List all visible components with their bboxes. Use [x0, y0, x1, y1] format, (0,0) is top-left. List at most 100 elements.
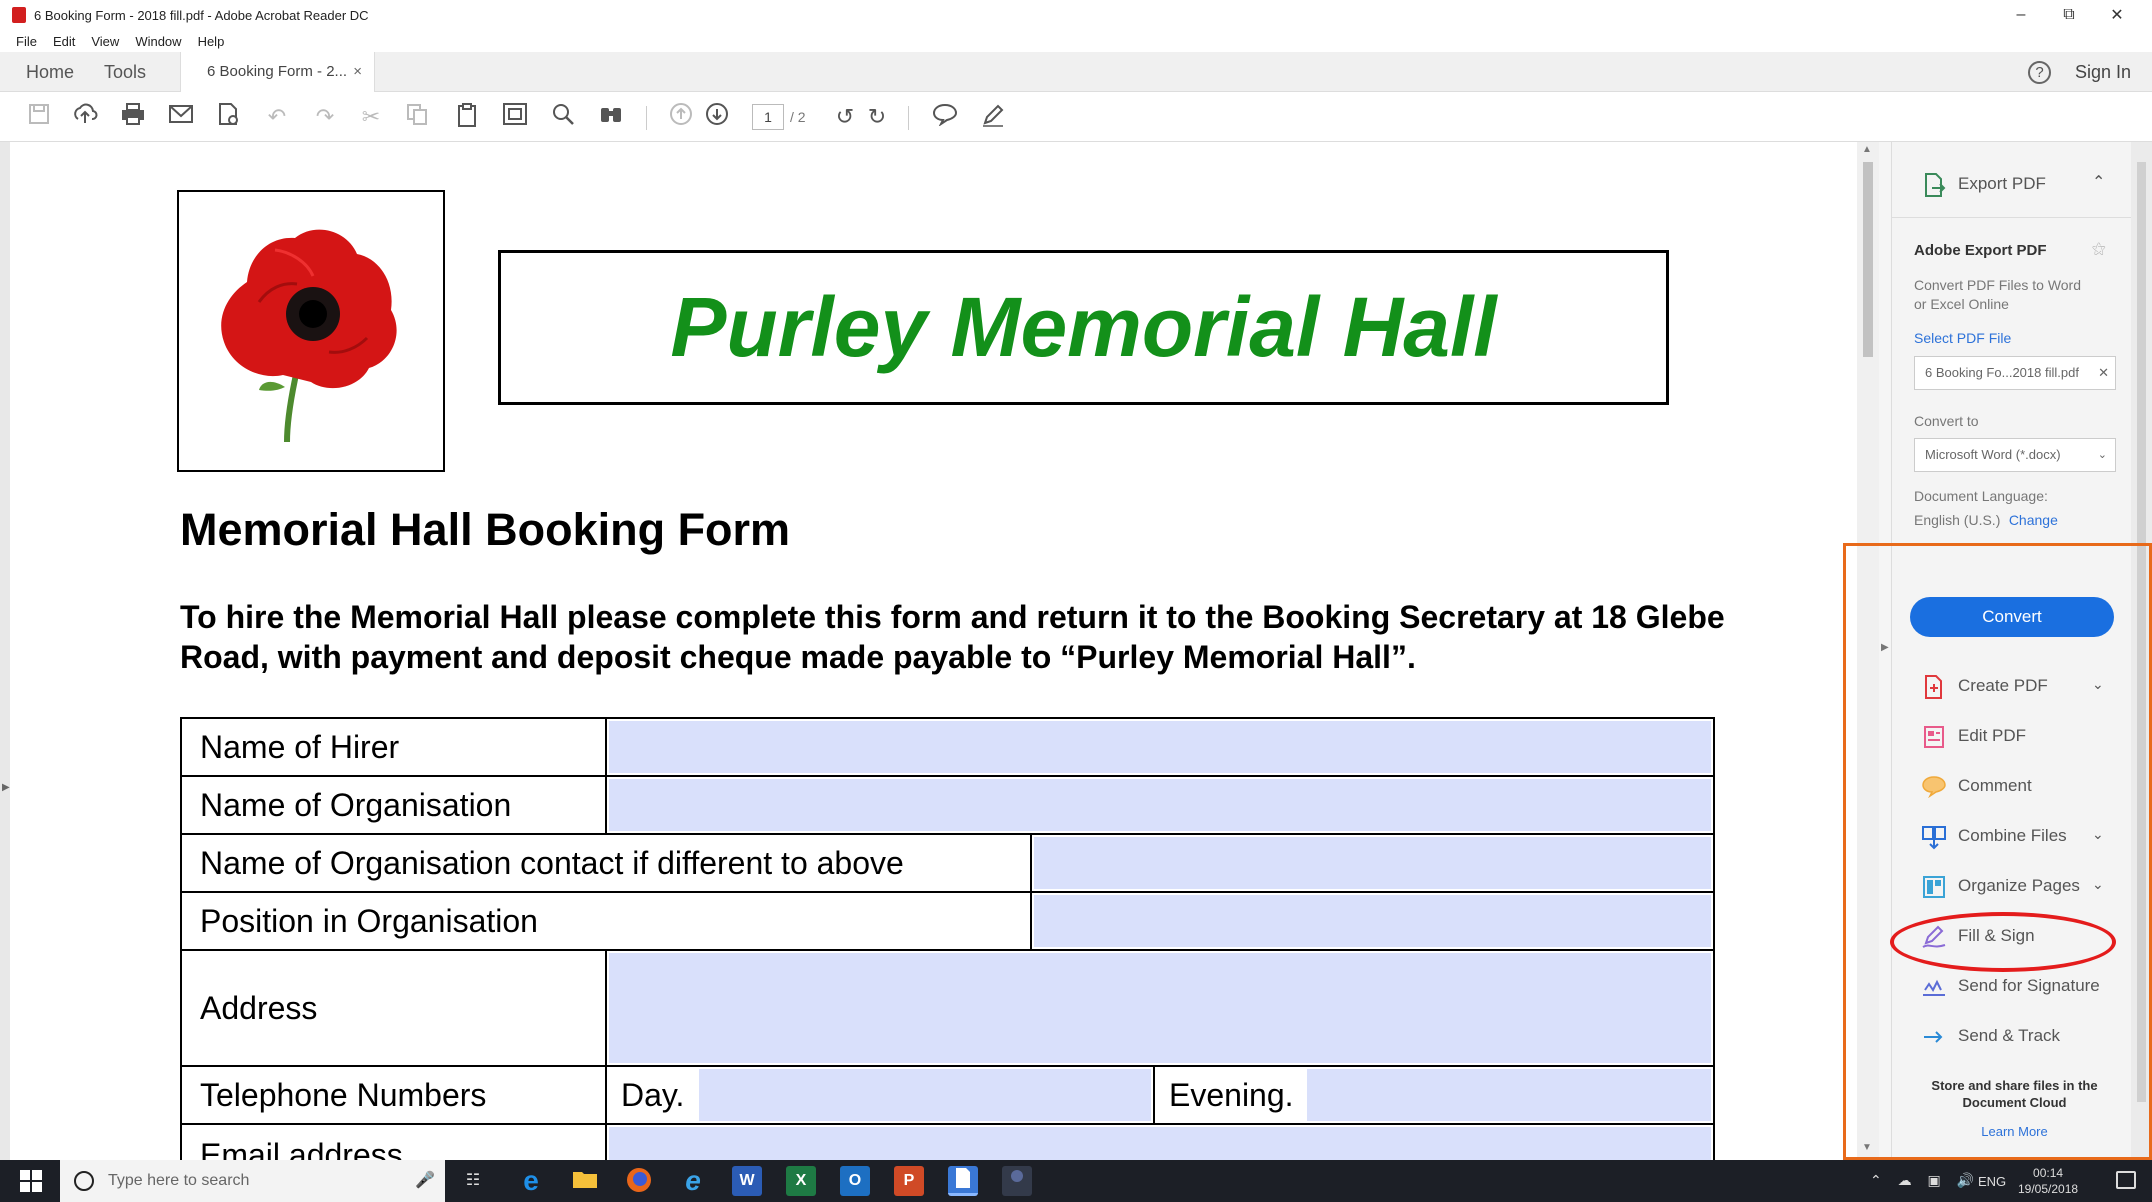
address-field[interactable] — [609, 953, 1711, 1063]
action-center-icon[interactable] — [2116, 1171, 2136, 1189]
change-language-link[interactable]: Change — [2009, 512, 2058, 528]
search-doc-icon[interactable] — [214, 102, 244, 132]
hirer-name-field[interactable] — [609, 721, 1711, 773]
right-pane-toggle[interactable]: ▶ — [1879, 142, 1891, 1160]
chevron-up-icon[interactable]: ⌃ — [2092, 172, 2105, 192]
edit-pdf-icon — [1920, 724, 1948, 750]
firefox-icon[interactable] — [624, 1166, 654, 1196]
minimize-button[interactable]: – — [1998, 0, 2044, 30]
acrobat-app-icon — [12, 7, 26, 23]
document-scrollbar[interactable]: ▲ ▼ — [1857, 142, 1879, 1160]
sign-in-button[interactable]: Sign In — [2075, 52, 2131, 92]
scroll-down-icon[interactable]: ▼ — [1862, 1142, 1872, 1153]
paste-icon[interactable] — [452, 102, 482, 132]
organisation-name-field[interactable] — [609, 779, 1711, 831]
help-icon[interactable]: ? — [2028, 61, 2051, 84]
tool-fill-sign[interactable]: Fill & Sign — [1892, 912, 2132, 962]
document-view[interactable]: Purley Memorial Hall Memorial Hall Booki… — [10, 142, 1857, 1160]
app-icon[interactable] — [1002, 1166, 1032, 1196]
close-window-button[interactable]: ✕ — [2094, 0, 2140, 30]
left-panel-toggle[interactable]: ▶ — [0, 142, 10, 1160]
organisation-contact-field[interactable] — [1034, 837, 1711, 889]
email-field[interactable] — [609, 1127, 1711, 1160]
page-number-input[interactable]: 1 — [752, 104, 784, 130]
position-field[interactable] — [1034, 895, 1711, 947]
taskbar-search-box[interactable]: Type here to search 🎤 — [60, 1160, 445, 1202]
tray-icons[interactable]: ⌃ ☁ ▣ 🔊 — [1870, 1172, 1980, 1189]
page-up-icon[interactable] — [666, 102, 696, 132]
upload-icon[interactable] — [70, 102, 100, 132]
tab-document[interactable]: 6 Booking Form - 2... × — [180, 52, 375, 92]
close-tab-icon[interactable]: × — [353, 52, 362, 92]
task-view-icon[interactable]: ☷ — [458, 1166, 488, 1196]
cut-icon[interactable]: ✂ — [356, 102, 386, 132]
word-icon[interactable]: W — [732, 1166, 762, 1196]
email-icon[interactable] — [166, 102, 196, 132]
outlook-icon[interactable]: O — [840, 1166, 870, 1196]
system-tray: ⌃ ☁ ▣ 🔊 ENG 00:14 19/05/2018 — [1860, 1160, 2152, 1202]
file-explorer-icon[interactable] — [570, 1166, 600, 1196]
menu-edit[interactable]: Edit — [53, 34, 75, 49]
print-icon[interactable] — [118, 102, 148, 132]
format-select[interactable]: Microsoft Word (*.docx) ⌄ — [1914, 438, 2116, 472]
maximize-button[interactable]: ⧉ — [2046, 0, 2092, 30]
powerpoint-icon[interactable]: P — [894, 1166, 924, 1196]
tool-send-track[interactable]: Send & Track — [1892, 1012, 2132, 1062]
combine-files-label: Combine Files — [1958, 826, 2067, 845]
microphone-icon[interactable]: 🎤 — [415, 1170, 435, 1190]
menu-help[interactable]: Help — [198, 34, 225, 49]
tool-send-for-signature[interactable]: Send for Signature — [1892, 962, 2132, 1012]
evening-phone-cell: Evening. — [1155, 1067, 1713, 1123]
scroll-thumb[interactable] — [1863, 162, 1873, 357]
save-icon[interactable] — [24, 102, 54, 132]
export-pdf-header[interactable]: Export PDF ⌃ — [1892, 142, 2132, 218]
learn-more-link[interactable]: Learn More — [1912, 1124, 2117, 1139]
pen-icon[interactable] — [978, 102, 1008, 132]
evening-phone-field[interactable] — [1307, 1069, 1711, 1121]
windows-start-icon[interactable] — [20, 1170, 42, 1192]
tool-create-pdf[interactable]: Create PDF ⌄ — [1892, 662, 2132, 712]
edge-icon[interactable]: e — [516, 1166, 546, 1196]
day-phone-field[interactable] — [699, 1069, 1151, 1121]
menu-view[interactable]: View — [91, 34, 119, 49]
snapshot-icon[interactable] — [500, 102, 530, 132]
tool-edit-pdf[interactable]: Edit PDF — [1892, 712, 2132, 762]
menu-window[interactable]: Window — [135, 34, 181, 49]
comment-icon[interactable] — [930, 102, 960, 132]
page-down-icon[interactable] — [702, 102, 732, 132]
chevron-down-icon[interactable]: ⌄ — [2092, 676, 2104, 693]
tool-combine-files[interactable]: Combine Files ⌄ — [1892, 812, 2132, 862]
poppy-image — [177, 190, 445, 472]
edit-pdf-label: Edit PDF — [1958, 726, 2027, 745]
clock-time: 00:14 — [2033, 1166, 2064, 1180]
menu-file[interactable]: File — [16, 34, 37, 49]
rotate-right-icon[interactable]: ↻ — [862, 102, 892, 132]
tab-home[interactable]: Home — [26, 52, 74, 92]
chevron-down-icon[interactable]: ⌄ — [2092, 826, 2104, 843]
label-address: Address — [182, 951, 607, 1065]
tools-pane-scroll-thumb[interactable] — [2137, 162, 2146, 1102]
convert-button[interactable]: Convert — [1910, 597, 2114, 637]
undo-icon[interactable]: ↶ — [262, 102, 292, 132]
excel-icon[interactable]: X — [786, 1166, 816, 1196]
copy-icon[interactable] — [402, 102, 432, 132]
tool-organize-pages[interactable]: Organize Pages ⌄ — [1892, 862, 2132, 912]
tool-comment[interactable]: Comment — [1892, 762, 2132, 812]
clock[interactable]: 00:14 19/05/2018 — [2018, 1165, 2078, 1197]
label-evening: Evening. — [1169, 1076, 1294, 1113]
input-language[interactable]: ENG — [1978, 1174, 2006, 1189]
select-pdf-link[interactable]: Select PDF File — [1914, 330, 2011, 346]
collapse-pane-icon: ▶ — [1881, 642, 1889, 653]
tools-pane-scrollbar[interactable] — [2131, 142, 2152, 1160]
binoculars-icon[interactable] — [596, 102, 626, 132]
ie-icon[interactable]: e — [678, 1166, 708, 1196]
chevron-down-icon[interactable]: ⌄ — [2092, 876, 2104, 893]
day-phone-cell: Day. — [607, 1067, 1155, 1123]
remove-file-icon[interactable]: ✕ — [2098, 357, 2109, 389]
rotate-left-icon[interactable]: ↺ — [830, 102, 860, 132]
redo-icon[interactable]: ↷ — [310, 102, 340, 132]
scroll-up-icon[interactable]: ▲ — [1862, 144, 1872, 155]
acrobat-doc-icon[interactable] — [948, 1166, 978, 1196]
tab-tools[interactable]: Tools — [104, 52, 146, 92]
find-icon[interactable] — [548, 102, 578, 132]
